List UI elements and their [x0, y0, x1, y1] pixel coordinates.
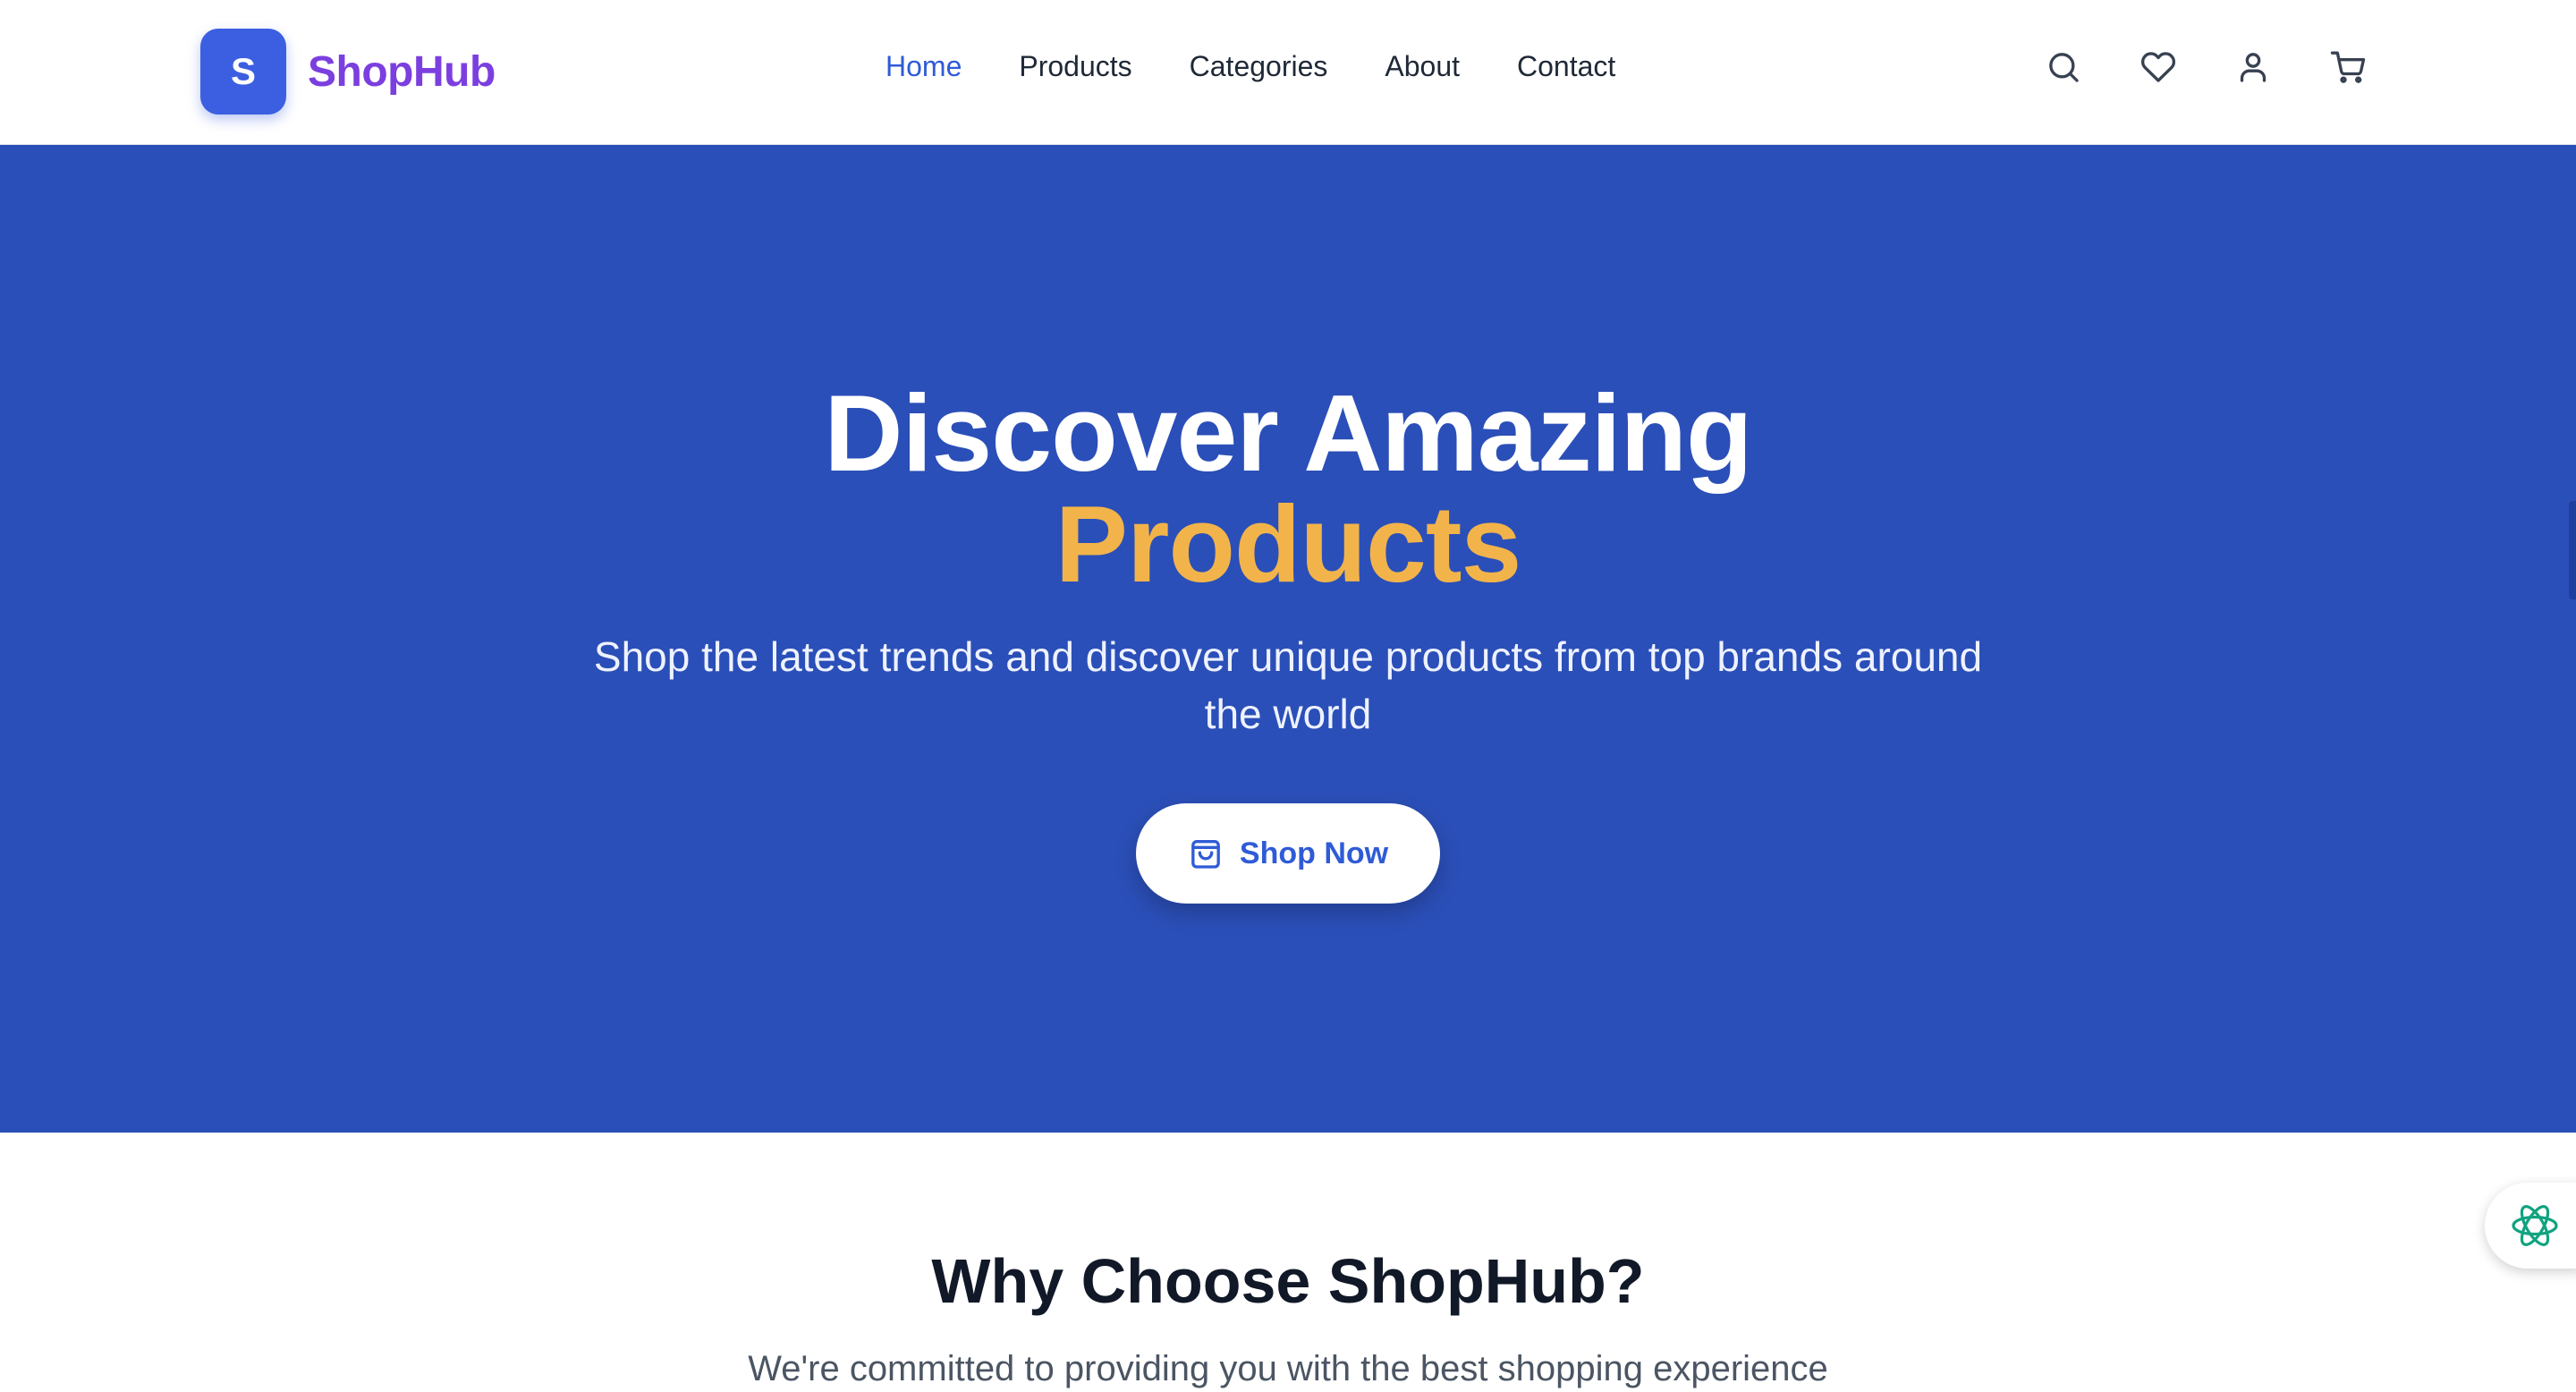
shop-now-button[interactable]: Shop Now [1136, 803, 1440, 904]
brand-logo[interactable]: S ShopHub [200, 29, 496, 115]
hero-title: Discover Amazing Products [0, 378, 2576, 599]
main-nav: Home Products Categories About Contact [886, 50, 1615, 83]
site-header: S ShopHub Home Products Categories About… [0, 0, 2576, 145]
search-icon[interactable] [2045, 48, 2082, 86]
brand-name: ShopHub [308, 47, 496, 96]
user-icon[interactable] [2234, 48, 2272, 86]
hero-section: Discover Amazing Products Shop the lates… [0, 145, 2576, 1133]
nav-categories[interactable]: Categories [1190, 50, 1328, 83]
ai-assistant-icon [2512, 1205, 2558, 1246]
side-panel-handle[interactable] [2569, 501, 2576, 599]
cart-icon[interactable] [2329, 48, 2367, 86]
why-section-title: Why Choose ShopHub? [931, 1246, 1645, 1316]
nav-about[interactable]: About [1385, 50, 1460, 83]
assistant-widget[interactable] [2485, 1183, 2576, 1269]
hero-title-line1: Discover Amazing [824, 372, 1752, 494]
heart-icon[interactable] [2140, 48, 2177, 86]
nav-products[interactable]: Products [1019, 50, 1131, 83]
nav-home[interactable]: Home [886, 50, 962, 83]
shopping-bag-icon [1191, 840, 1220, 869]
shop-now-label: Shop Now [1239, 836, 1389, 870]
page: S ShopHub Home Products Categories About… [0, 0, 2576, 1392]
nav-contact[interactable]: Contact [1517, 50, 1615, 83]
hero-title-accent: Products [1055, 483, 1522, 605]
header-actions [2045, 48, 2367, 86]
logo-badge: S [200, 29, 286, 115]
hero-subtitle: Shop the latest trends and discover uniq… [593, 633, 1983, 737]
why-section-subtitle: We're committed to providing you with th… [748, 1349, 1828, 1388]
